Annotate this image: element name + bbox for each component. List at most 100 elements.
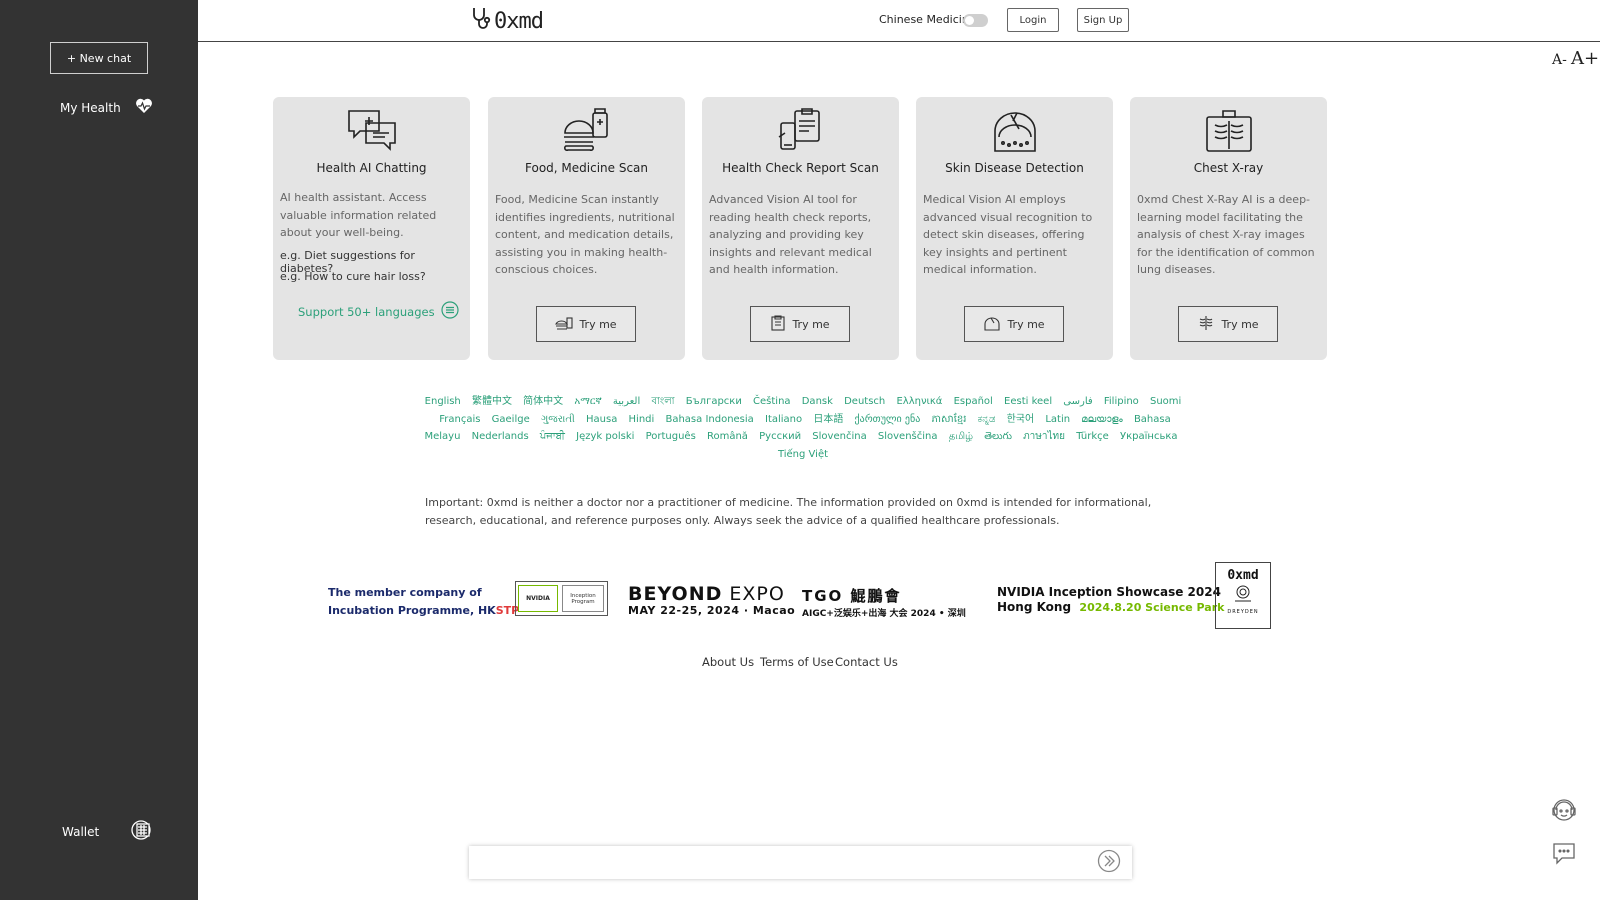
language-link[interactable]: বাংলা (651, 396, 674, 407)
chat-bubble-icon (346, 107, 398, 155)
language-link[interactable]: Filipino (1104, 396, 1139, 407)
language-link[interactable]: Български (686, 396, 742, 407)
my-health-label: My Health (60, 100, 121, 115)
burger-medicine-icon (555, 315, 573, 334)
chest-xray-icon (1197, 315, 1215, 334)
wallet-icon (129, 818, 153, 845)
language-list: English 繁體中文 简体中文 አማርኛ العربية বাংলা Бъл… (420, 393, 1186, 463)
hkstp-sponsor: The member company of Incubation Program… (328, 586, 520, 617)
new-chat-button[interactable]: + New chat (50, 42, 148, 74)
terms-of-use-link[interactable]: Terms of Use (760, 655, 834, 669)
my-health-link[interactable]: My Health (60, 98, 153, 117)
language-link[interactable]: Gaeilge (492, 414, 530, 425)
card-title: Skin Disease Detection (945, 161, 1084, 175)
logo-text: 0xmd (494, 8, 544, 34)
language-link[interactable]: Hausa (586, 414, 617, 425)
chat-bubble-icon[interactable] (1550, 839, 1578, 867)
card-title: Chest X-ray (1193, 161, 1264, 175)
card-description: Medical Vision AI employs advanced visua… (923, 193, 1093, 276)
chest-xray-icon (1203, 107, 1255, 155)
language-link[interactable]: فارسی (1063, 396, 1092, 407)
language-link[interactable]: Slovenčina (812, 431, 866, 442)
card-health-ai-chatting: Health AI Chatting AI health assistant. … (273, 97, 470, 360)
stethoscope-icon (470, 6, 492, 36)
language-link[interactable]: Ελληνικά (896, 396, 942, 407)
language-link[interactable]: Suomi (1150, 396, 1181, 407)
language-link[interactable]: English (425, 396, 461, 407)
card-title: Health Check Report Scan (722, 161, 879, 175)
language-link[interactable]: Bahasa Indonesia (665, 414, 753, 425)
lion-icon (1231, 583, 1255, 607)
sidebar: + New chat My Health Wallet (0, 0, 198, 900)
font-decrease-button[interactable]: A- (1552, 52, 1567, 68)
try-me-button[interactable]: Try me (964, 306, 1064, 342)
chinese-medicine-toggle[interactable] (963, 14, 988, 27)
nvidia-showcase-logo: NVIDIA Inception Showcase 2024 Hong Kong… (997, 585, 1225, 614)
card-food-medicine-scan: Food, Medicine Scan Food, Medicine Scan … (488, 97, 685, 360)
font-increase-button[interactable]: A+ (1571, 48, 1599, 69)
language-link[interactable]: 日本語 (813, 414, 843, 425)
language-link[interactable]: ქართული ენა (855, 414, 921, 425)
language-link[interactable]: Español (954, 396, 993, 407)
chat-input-bar (469, 846, 1132, 879)
language-link[interactable]: Deutsch (844, 396, 885, 407)
try-me-button[interactable]: Try me (1178, 306, 1278, 342)
card-title: Health AI Chatting (316, 161, 427, 175)
login-button[interactable]: Login (1007, 8, 1059, 32)
robot-assistant-icon[interactable] (1550, 796, 1578, 824)
language-link[interactable]: Dansk (802, 396, 833, 407)
language-link[interactable]: 简体中文 (523, 396, 563, 407)
example-question[interactable]: e.g. How to cure hair loss? (280, 270, 426, 283)
language-link[interactable]: Eesti keel (1004, 396, 1052, 407)
language-link[interactable]: Nederlands (472, 431, 529, 442)
language-link[interactable]: ភាសាខ្មែរ (931, 414, 966, 425)
language-link[interactable]: ภาษาไทย (1023, 431, 1065, 442)
card-description: 0xmd Chest X-Ray AI is a deep-learning m… (1137, 193, 1315, 276)
language-link[interactable]: Українська (1120, 431, 1178, 442)
wallet-link[interactable]: Wallet (62, 818, 153, 845)
language-link[interactable]: አማርኛ (574, 396, 601, 407)
language-link[interactable]: ಕನ್ನಡ (978, 414, 996, 425)
language-link[interactable]: ગુજરાતી (541, 414, 575, 425)
menu-lines-icon (440, 301, 459, 322)
language-link[interactable]: Latin (1045, 414, 1070, 425)
send-button[interactable] (1094, 848, 1124, 878)
try-me-button[interactable]: Try me (750, 306, 850, 342)
about-us-link[interactable]: About Us (702, 655, 754, 669)
language-link[interactable]: Hindi (629, 414, 655, 425)
language-link[interactable]: ਪੰਜਾਬੀ (540, 431, 565, 442)
card-title: Food, Medicine Scan (525, 161, 648, 175)
chat-input[interactable] (469, 846, 1094, 879)
language-link[interactable]: Português (646, 431, 696, 442)
language-link[interactable]: Język polski (576, 431, 634, 442)
language-link[interactable]: தமிழ் (949, 431, 973, 442)
card-skin-disease-detection: Skin Disease Detection Medical Vision AI… (916, 97, 1113, 360)
burger-medicine-icon (561, 107, 613, 155)
signup-button[interactable]: Sign Up (1077, 8, 1129, 32)
language-link[interactable]: Türkçe (1076, 431, 1109, 442)
language-link[interactable]: മലയാളം (1081, 414, 1122, 425)
tgo-logo: TGO 鯤鵬會 AIGC+泛娱乐+出海 大会 2024 • 深圳 (802, 587, 966, 619)
language-link[interactable]: Slovenščina (878, 431, 938, 442)
card-chest-xray: Chest X-ray 0xmd Chest X-Ray AI is a dee… (1130, 97, 1327, 360)
language-link[interactable]: 繁體中文 (472, 396, 512, 407)
support-languages-link[interactable]: Support 50+ languages (298, 301, 459, 322)
language-link[interactable]: 한국어 (1007, 414, 1035, 425)
nvidia-inception-logo: NVIDIA Inception Program (515, 581, 608, 616)
logo[interactable]: 0xmd (470, 6, 544, 36)
heart-pulse-icon (135, 98, 153, 117)
try-me-button[interactable]: Try me (536, 306, 636, 342)
wallet-label: Wallet (62, 824, 100, 839)
language-link[interactable]: తెలుగు (984, 431, 1012, 442)
language-link[interactable]: Italiano (765, 414, 802, 425)
language-link[interactable]: العربية (613, 396, 640, 407)
chinese-medicine-label: Chinese Medicine (879, 13, 976, 26)
language-link[interactable]: Tiếng Việt (778, 449, 828, 460)
language-link[interactable]: Čeština (753, 396, 791, 407)
language-link[interactable]: Français (439, 414, 480, 425)
beyond-expo-logo: BEYOND EXPO MAY 22-25, 2024 · Macao (628, 583, 796, 617)
language-link[interactable]: Română (707, 431, 748, 442)
language-link[interactable]: Русский (759, 431, 801, 442)
contact-us-link[interactable]: Contact Us (835, 655, 898, 669)
support-languages-label: Support 50+ languages (298, 304, 435, 319)
